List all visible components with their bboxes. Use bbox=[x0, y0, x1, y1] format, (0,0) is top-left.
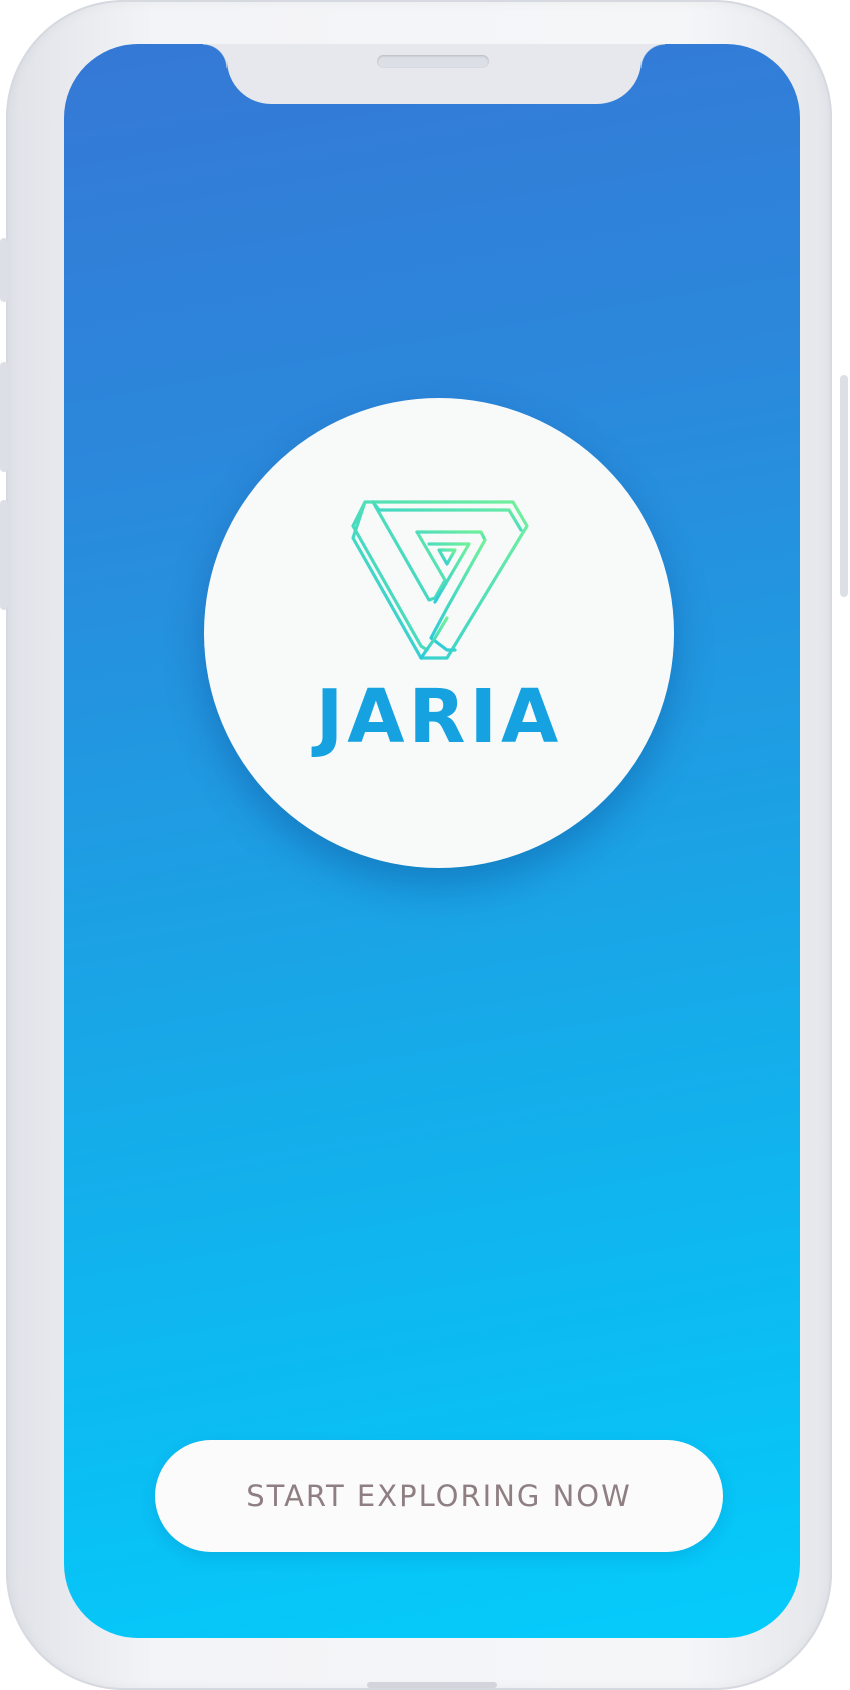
mute-switch bbox=[0, 238, 8, 302]
phone-frame: JARIA START EXPLORING NOW bbox=[6, 0, 832, 1690]
start-exploring-button[interactable]: START EXPLORING NOW bbox=[155, 1440, 723, 1552]
volume-down-button bbox=[0, 500, 8, 610]
start-exploring-label: START EXPLORING NOW bbox=[246, 1479, 632, 1513]
notch bbox=[203, 44, 665, 104]
earpiece-speaker bbox=[377, 55, 489, 68]
volume-up-button bbox=[0, 362, 8, 472]
home-indicator bbox=[367, 1682, 497, 1688]
logo-badge: JARIA bbox=[204, 398, 674, 868]
app-screen: JARIA START EXPLORING NOW bbox=[64, 44, 800, 1638]
impossible-triangle-icon bbox=[351, 500, 529, 660]
brand-wordmark: JARIA bbox=[315, 674, 563, 760]
power-button bbox=[840, 375, 848, 597]
